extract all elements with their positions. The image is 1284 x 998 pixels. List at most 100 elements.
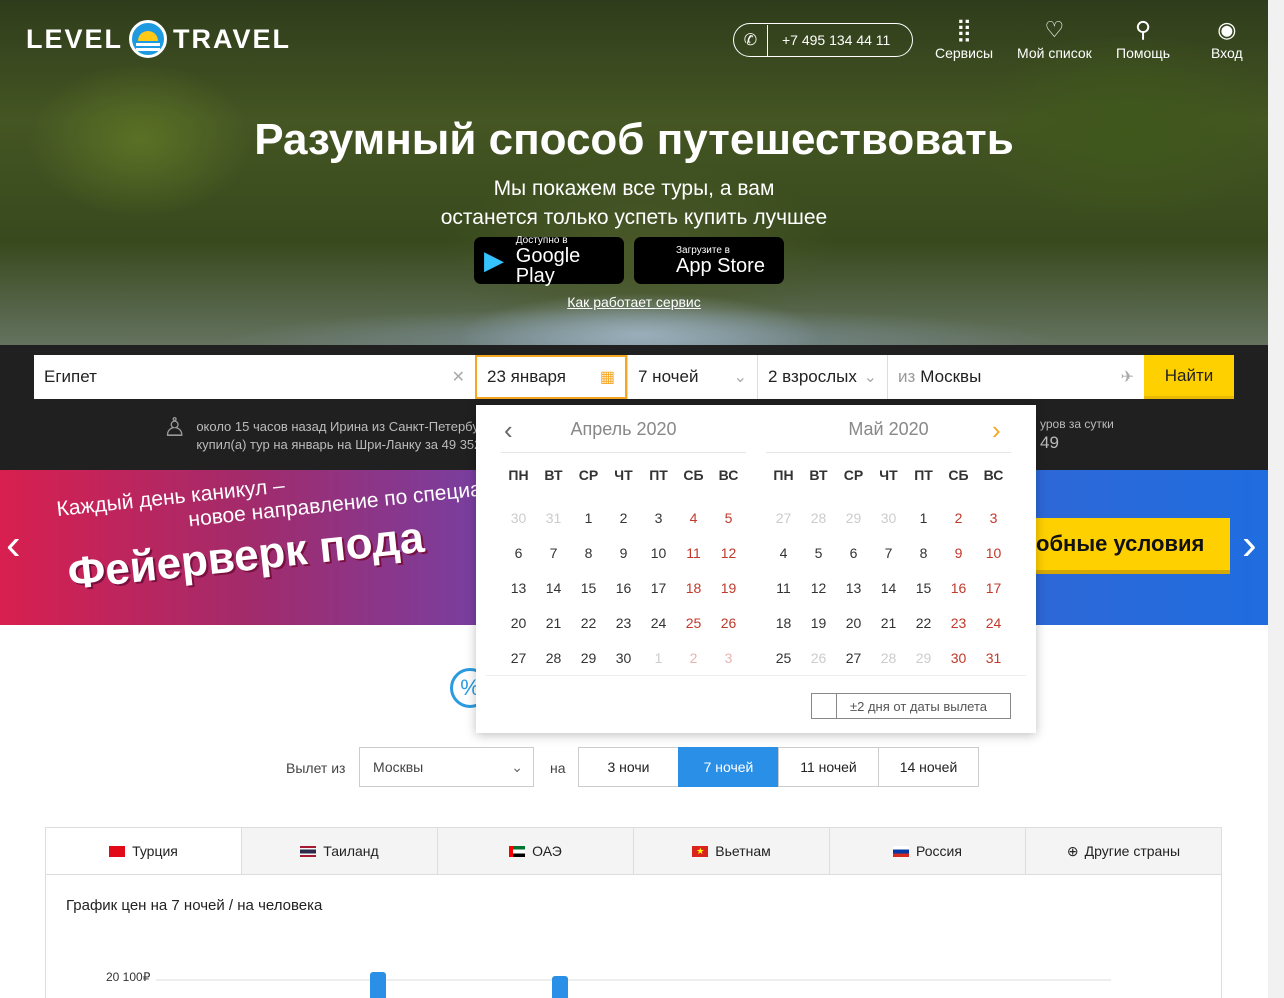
date-field[interactable]: 23 января ▦ [475, 355, 627, 399]
calendar-day[interactable]: 9 [606, 536, 641, 571]
play-icon: ▶ [484, 245, 504, 275]
tab-uae[interactable]: ОАЭ [437, 828, 633, 874]
calendar-day[interactable]: 4 [766, 536, 801, 571]
calendar-day[interactable]: 12 [711, 536, 746, 571]
user-icon: ◉ [1217, 17, 1237, 42]
calendar-day[interactable]: 11 [766, 571, 801, 606]
calendar-day[interactable]: 8 [906, 536, 941, 571]
tab-other-countries[interactable]: ⊕ Другие страны [1025, 828, 1221, 874]
calendar-day[interactable]: 1 [571, 501, 606, 536]
calendar-day[interactable]: 24 [976, 606, 1011, 641]
banner-cta-button[interactable]: обные условия [1016, 518, 1230, 574]
find-button[interactable]: Найти [1144, 355, 1234, 399]
calendar-day[interactable]: 21 [536, 606, 571, 641]
calendar-day[interactable]: 17 [976, 571, 1011, 606]
calendar-day[interactable]: 13 [836, 571, 871, 606]
logo-text-left: LEVEL [26, 23, 124, 54]
calendar-day[interactable]: 27 [836, 641, 871, 676]
calendar-day[interactable]: 26 [711, 606, 746, 641]
departure-select[interactable]: Москвы ⌄ [359, 747, 534, 787]
nav-services-label: Сервисы [935, 45, 994, 61]
calendar-day[interactable]: 19 [711, 571, 746, 606]
calendar-day[interactable]: 13 [501, 571, 536, 606]
calendar-day[interactable]: 16 [941, 571, 976, 606]
from-city-field[interactable]: из Москвы ✈ [887, 355, 1144, 399]
banner-prev-icon[interactable]: ‹ [6, 520, 21, 570]
how-it-works-link[interactable]: Как работает сервис [0, 294, 1268, 310]
calendar-day[interactable]: 16 [606, 571, 641, 606]
calendar-day[interactable]: 7 [871, 536, 906, 571]
logo[interactable]: LEVEL TRAVEL [26, 20, 291, 58]
calendar-day[interactable]: 22 [571, 606, 606, 641]
calendar-day[interactable]: 7 [536, 536, 571, 571]
calendar-day[interactable]: 20 [836, 606, 871, 641]
price-chart-bar[interactable] [552, 976, 568, 998]
flex-dates-toggle[interactable]: ±2 дня от даты вылета [811, 693, 1011, 719]
phone-button[interactable]: ✆ +7 495 134 44 11 [733, 23, 913, 57]
calendar-day[interactable]: 9 [941, 536, 976, 571]
google-play-button[interactable]: ▶ Доступно в Google Play [474, 235, 624, 286]
calendar-day[interactable]: 22 [906, 606, 941, 641]
tab-vietnam[interactable]: ★ Вьетнам [633, 828, 829, 874]
calendar-day[interactable]: 21 [871, 606, 906, 641]
nav-login[interactable]: ◉ Вход [1211, 17, 1243, 61]
tab-thailand[interactable]: Таиланд [241, 828, 437, 874]
calendar-day[interactable]: 29 [571, 641, 606, 676]
calendar-day[interactable]: 3 [641, 501, 676, 536]
nav-my-list[interactable]: ♡ Мой список [1017, 17, 1092, 61]
calendar-day[interactable]: 2 [606, 501, 641, 536]
clear-icon[interactable]: ✕ [452, 367, 465, 387]
calendar-day[interactable]: 19 [801, 606, 836, 641]
nights-field[interactable]: 7 ночей ⌄ [627, 355, 757, 399]
calendar-day[interactable]: 11 [676, 536, 711, 571]
calendar-day[interactable]: 30 [941, 641, 976, 676]
calendar-day[interactable]: 10 [641, 536, 676, 571]
calendar-day[interactable]: 23 [941, 606, 976, 641]
calendar-day[interactable]: 25 [676, 606, 711, 641]
guests-field[interactable]: 2 взрослых ⌄ [757, 355, 887, 399]
calendar-day[interactable]: 10 [976, 536, 1011, 571]
calendar-day[interactable]: 12 [801, 571, 836, 606]
calendar-day[interactable]: 6 [501, 536, 536, 571]
tab-turkey[interactable]: Турция [46, 828, 241, 874]
app-store-button[interactable]: Загрузите в App Store [634, 237, 784, 284]
nav-services[interactable]: ⣿ Сервисы [935, 17, 993, 61]
calendar-day[interactable]: 2 [941, 501, 976, 536]
calendar-day[interactable]: 20 [501, 606, 536, 641]
calendar-day[interactable]: 6 [836, 536, 871, 571]
banner-next-icon[interactable]: › [1242, 520, 1257, 570]
calendar-day[interactable]: 27 [501, 641, 536, 676]
calendar-day[interactable]: 17 [641, 571, 676, 606]
nights-option-7[interactable]: 7 ночей [678, 747, 779, 787]
calendar-day[interactable]: 23 [606, 606, 641, 641]
calendar-day[interactable]: 15 [906, 571, 941, 606]
destination-field[interactable]: Египет ✕ [34, 355, 475, 399]
calendar-day[interactable]: 15 [571, 571, 606, 606]
calendar-day[interactable]: 8 [571, 536, 606, 571]
calendar-day[interactable]: 28 [536, 641, 571, 676]
nights-option-11[interactable]: 11 ночей [778, 747, 879, 787]
calendar-day[interactable]: 5 [711, 501, 746, 536]
weekday-label: ПН [508, 467, 529, 483]
calendar-day[interactable]: 1 [906, 501, 941, 536]
nights-option-14[interactable]: 14 ночей [878, 747, 979, 787]
calendar-day[interactable]: 24 [641, 606, 676, 641]
calendar-day[interactable]: 31 [976, 641, 1011, 676]
checkbox[interactable] [812, 694, 837, 718]
tab-russia[interactable]: Россия [829, 828, 1025, 874]
calendar-day[interactable]: 3 [976, 501, 1011, 536]
nav-help[interactable]: ⚲ Помощь [1116, 17, 1170, 61]
calendar-day[interactable]: 5 [801, 536, 836, 571]
calendar-day[interactable]: 14 [536, 571, 571, 606]
nights-option-3[interactable]: 3 ночи [578, 747, 679, 787]
calendar-day[interactable]: 18 [766, 606, 801, 641]
calendar-day[interactable]: 4 [676, 501, 711, 536]
page-scrollbar[interactable] [1268, 0, 1284, 998]
calendar-day[interactable]: 14 [871, 571, 906, 606]
calendar-day[interactable]: 30 [606, 641, 641, 676]
calendar-day[interactable]: 25 [766, 641, 801, 676]
from-city-value: Москвы [920, 367, 982, 386]
nav-login-label: Вход [1211, 45, 1243, 61]
calendar-day[interactable]: 18 [676, 571, 711, 606]
price-chart-bar[interactable] [370, 972, 386, 998]
